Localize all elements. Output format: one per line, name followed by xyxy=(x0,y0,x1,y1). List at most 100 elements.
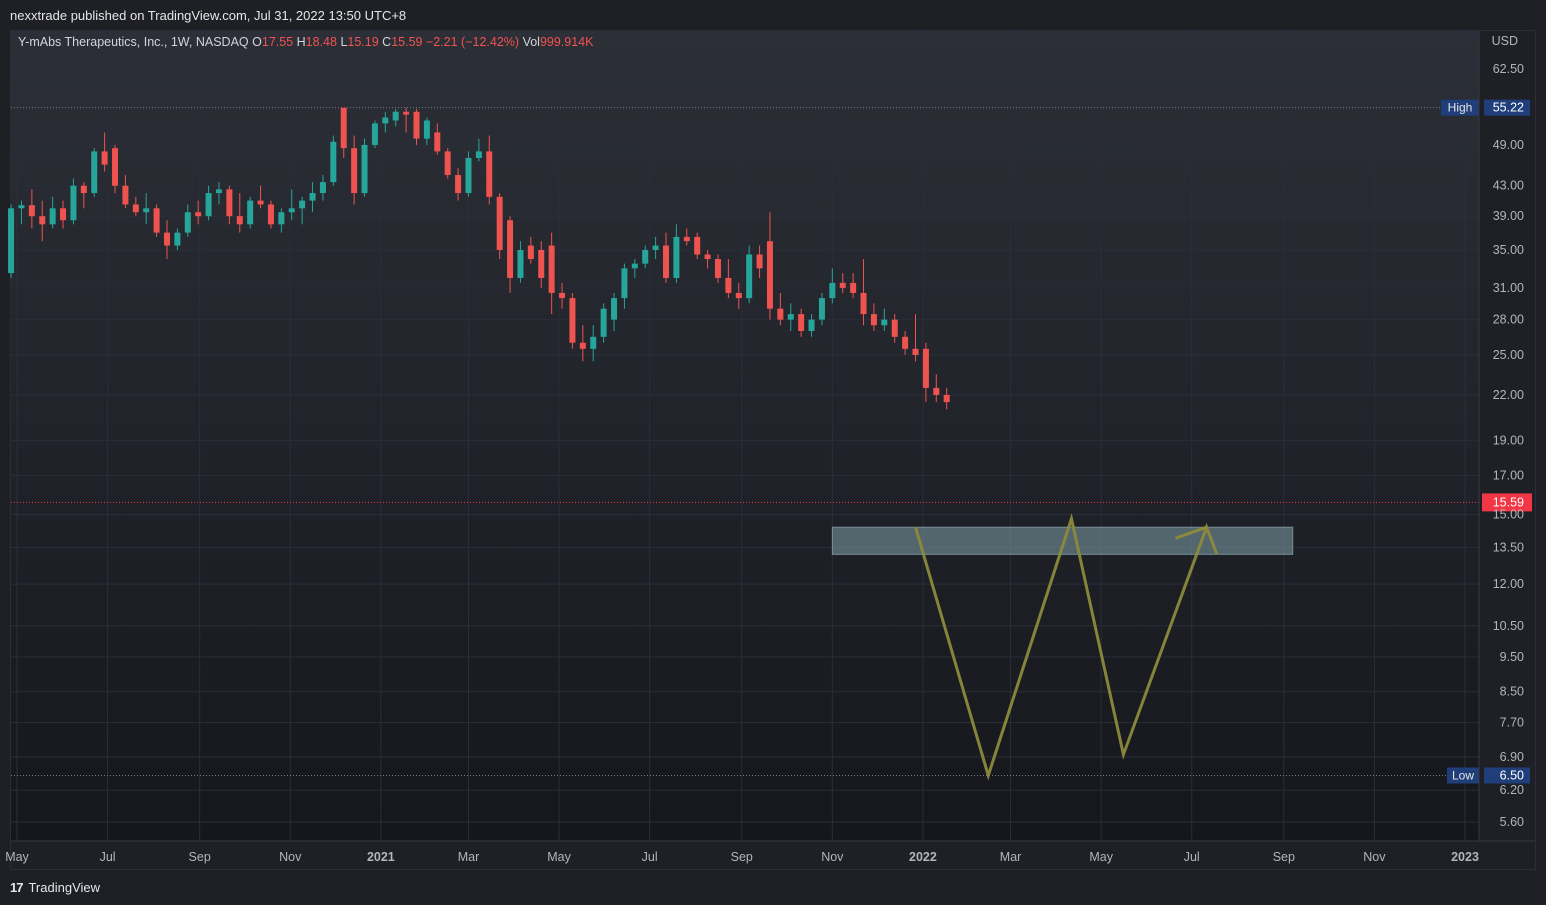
candle-down xyxy=(756,254,763,269)
candle-down xyxy=(257,200,264,205)
time-tick-label: Jul xyxy=(100,850,116,864)
candle-up xyxy=(278,212,285,225)
price-tick-label: 15.00 xyxy=(1493,507,1524,521)
candle-up xyxy=(475,151,482,158)
price-tick-label: 49.00 xyxy=(1493,138,1524,152)
candle-up xyxy=(91,151,98,194)
candle-up xyxy=(808,319,815,331)
candle-down xyxy=(527,245,534,260)
candle-down xyxy=(163,232,170,246)
candle-down xyxy=(694,236,701,255)
candle-up xyxy=(652,245,659,250)
candle-down xyxy=(236,216,243,225)
candle-up xyxy=(143,208,150,213)
legend-high-label: H xyxy=(296,35,306,49)
candle-up xyxy=(247,200,254,225)
price-tick-label: 9.50 xyxy=(1500,650,1524,664)
legend-symbol: Y-mAbs Therapeutics, Inc., 1W, NASDAQ xyxy=(18,35,249,49)
price-tick-label: 6.20 xyxy=(1500,783,1524,797)
candle-down xyxy=(850,282,857,293)
candle-down xyxy=(413,111,420,139)
candle-down xyxy=(28,205,35,217)
tradingview-wordmark: TradingView xyxy=(28,880,101,895)
time-tick-label: May xyxy=(5,850,29,864)
candle-down xyxy=(912,348,919,356)
candle-down xyxy=(683,236,690,242)
candle-down xyxy=(777,308,784,320)
candle-up xyxy=(517,249,524,278)
candle-down xyxy=(922,348,929,388)
time-tick-label: Nov xyxy=(1363,850,1386,864)
candle-down xyxy=(507,220,514,278)
time-tick-label: Sep xyxy=(189,850,211,864)
candle-down xyxy=(153,208,160,233)
time-tick-label: 2022 xyxy=(909,850,937,864)
candle-up xyxy=(787,314,794,320)
time-tick-label: Jul xyxy=(1184,850,1200,864)
candle-up xyxy=(382,117,389,124)
high-label: High xyxy=(1448,101,1473,115)
price-tick-label: 8.50 xyxy=(1500,685,1524,699)
price-tick-label: 31.00 xyxy=(1493,281,1524,295)
candle-down xyxy=(548,245,555,293)
candle-down xyxy=(663,245,670,278)
candle-down xyxy=(486,151,493,197)
tradingview-footer[interactable]: 17 TradingView xyxy=(10,880,100,895)
candle-up xyxy=(611,298,618,320)
candle-down xyxy=(538,249,545,278)
candle-up xyxy=(829,282,836,299)
price-tick-label: 22.00 xyxy=(1493,388,1524,402)
candle-down xyxy=(195,212,202,217)
time-tick-label: Nov xyxy=(821,850,844,864)
price-tick-label: 43.00 xyxy=(1493,179,1524,193)
candle-down xyxy=(870,314,877,326)
candle-up xyxy=(18,205,25,209)
candle-down xyxy=(496,196,503,250)
candle-down xyxy=(267,204,274,225)
candle-down xyxy=(39,216,46,225)
legend-volume-label: Vol xyxy=(522,35,540,49)
time-tick-label: Sep xyxy=(1273,850,1295,864)
candle-up xyxy=(818,298,825,320)
price-tick-label: 25.00 xyxy=(1493,348,1524,362)
candle-up xyxy=(299,200,306,209)
candle-down xyxy=(455,175,462,194)
candle-up xyxy=(600,308,607,337)
time-tick-label: 2021 xyxy=(367,850,395,864)
candle-up xyxy=(309,193,316,201)
candle-down xyxy=(444,151,451,176)
candle-down xyxy=(403,111,410,115)
price-tick-label: 12.00 xyxy=(1493,577,1524,591)
candle-down xyxy=(704,254,711,260)
candle-up xyxy=(361,144,368,194)
candle-up xyxy=(215,189,222,194)
legend-low-value: 15.19 xyxy=(347,35,379,49)
price-chart[interactable]: High 55.22 Low 6.50 15.59 62.50 49.00 43.00 39.… xyxy=(0,0,1546,905)
candle-down xyxy=(766,241,773,309)
candle-up xyxy=(881,319,888,326)
time-tick-label: Sep xyxy=(731,850,753,864)
candle-up xyxy=(631,263,638,269)
candle-down xyxy=(112,148,119,186)
candle-up xyxy=(642,249,649,264)
plot-background xyxy=(11,31,1479,841)
legend-high-value: 18.48 xyxy=(305,35,337,49)
legend-open-value: 17.55 xyxy=(261,35,294,49)
candle-down xyxy=(569,298,576,343)
time-tick-label: Nov xyxy=(279,850,302,864)
candle-down xyxy=(735,292,742,299)
candle-down xyxy=(798,314,805,331)
candle-up xyxy=(673,236,680,278)
candle-down xyxy=(891,319,898,337)
candle-up xyxy=(174,232,181,246)
candle-up xyxy=(184,212,191,233)
candle-down xyxy=(714,259,721,278)
candle-down xyxy=(60,208,67,221)
candle-down xyxy=(860,292,867,315)
candle-up xyxy=(205,193,212,217)
legend-close-label: C xyxy=(382,35,392,49)
candle-down xyxy=(933,387,940,395)
candle-down xyxy=(80,185,87,194)
tradingview-logo-icon: 17 xyxy=(10,880,24,895)
candle-down xyxy=(902,336,909,349)
